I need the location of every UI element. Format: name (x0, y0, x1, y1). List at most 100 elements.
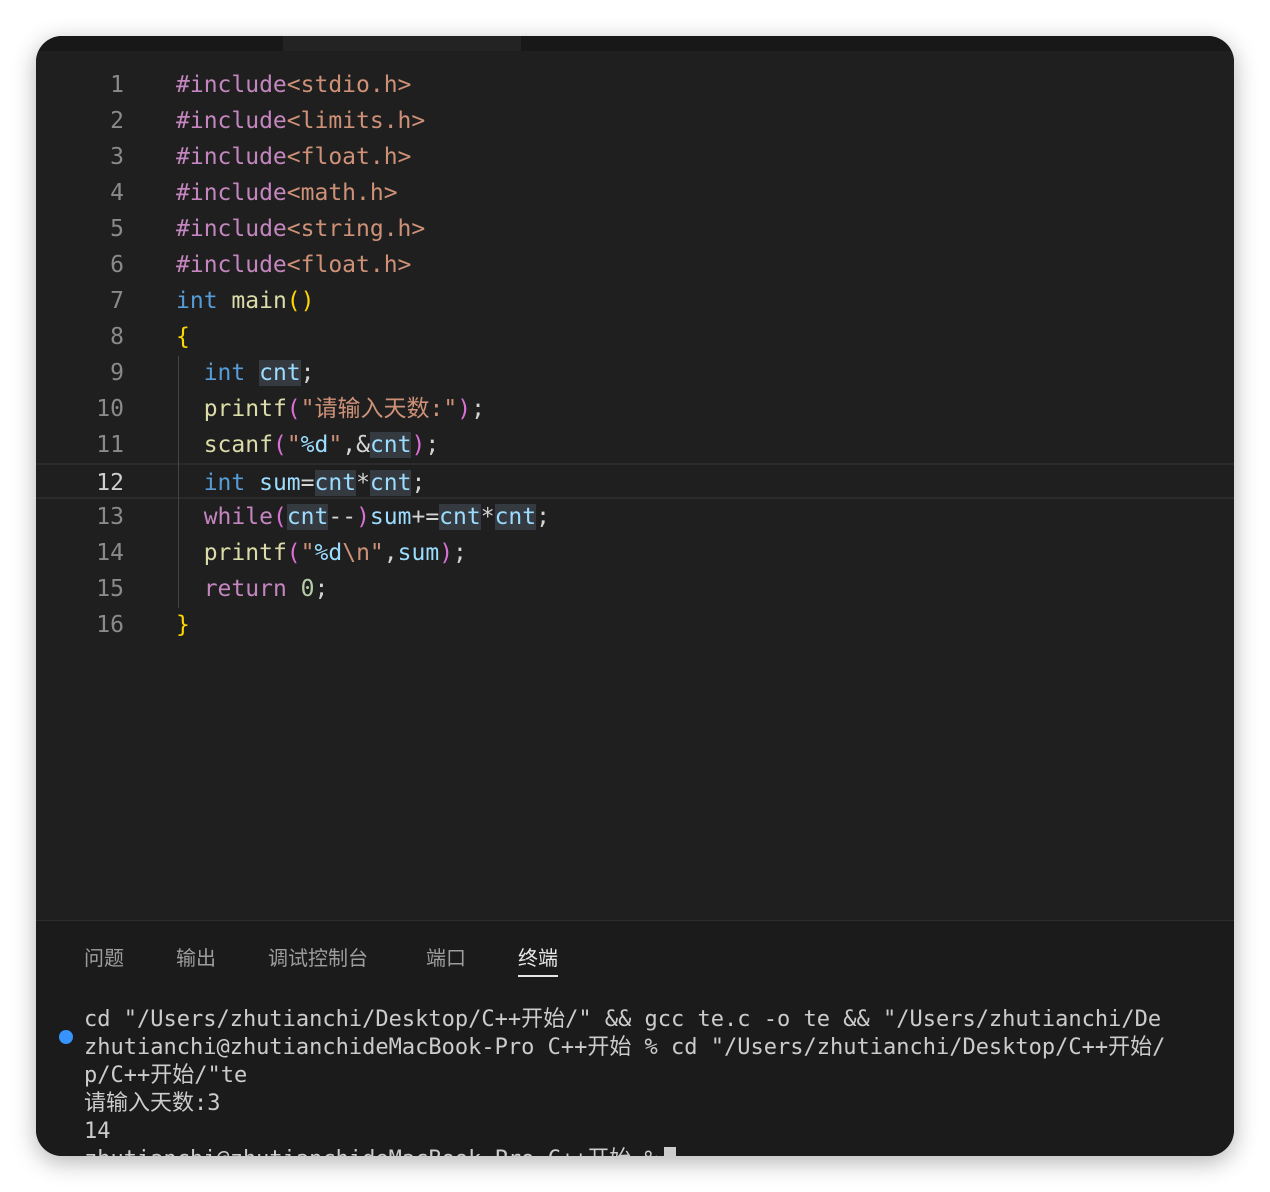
code-text: int main() (176, 283, 315, 319)
terminal-line: 14 (84, 1119, 111, 1144)
code-token: ( (272, 432, 287, 458)
tab-ports[interactable]: 端口 (426, 941, 466, 975)
code-text: { (176, 319, 190, 355)
code-line[interactable]: 7 int main() (36, 283, 1234, 319)
code-line-current[interactable]: 12 int sum=cnt*cnt; (36, 463, 1234, 499)
line-number: 10 (96, 396, 124, 422)
code-token: ; (411, 470, 426, 496)
code-token: return (203, 576, 287, 602)
code-token: cnt (369, 432, 412, 458)
tab-terminal[interactable]: 终端 (518, 941, 558, 977)
code-token: <float.h> (286, 144, 412, 170)
code-text: #include<limits.h> (176, 103, 425, 139)
code-token: -- (328, 504, 357, 530)
line-number: 1 (110, 72, 124, 98)
code-token: #include (176, 252, 287, 278)
vscode-window: 1 #include<stdio.h> 2 #include<limits.h> 3 #i… (36, 36, 1234, 1156)
line-number: 9 (110, 360, 124, 386)
code-line[interactable]: 15 return 0; (36, 571, 1234, 607)
code-token: += (411, 504, 440, 530)
line-number: 3 (110, 144, 124, 170)
code-text: scanf("%d",&cnt); (176, 427, 439, 463)
code-line[interactable]: 11 scanf("%d",&cnt); (36, 427, 1234, 463)
code-line[interactable]: 8{ (36, 319, 1234, 355)
code-token: cnt (286, 504, 329, 530)
code-token: scanf (203, 432, 273, 458)
line-number: 4 (110, 180, 124, 206)
code-text: int sum=cnt*cnt; (176, 465, 425, 501)
code-token: " (369, 540, 384, 566)
code-line[interactable]: 9 int cnt; (36, 355, 1234, 391)
line-number: 14 (96, 540, 124, 566)
code-line[interactable]: 10 printf("请输入天数:"); (36, 391, 1234, 427)
code-token: " (300, 540, 315, 566)
code-token: <math.h> (286, 180, 398, 206)
code-token: #include (176, 108, 287, 134)
code-token: int (203, 470, 246, 496)
code-token: ( (272, 504, 287, 530)
code-token: %d (300, 432, 329, 458)
code-text: #include<stdio.h> (176, 67, 411, 103)
code-line[interactable]: 2 #include<limits.h> (36, 103, 1234, 139)
line-number: 11 (96, 432, 124, 458)
line-number: 12 (96, 470, 124, 496)
code-token: 0 (300, 576, 315, 602)
code-token: } (176, 612, 190, 638)
code-line[interactable]: 16} (36, 607, 1234, 643)
code-line[interactable]: 14 printf("%d\n",sum); (36, 535, 1234, 571)
code-token: ; (425, 432, 440, 458)
tab-output[interactable]: 输出 (176, 941, 216, 975)
terminal[interactable]: cd "/Users/zhutianchi/Desktop/C++开始/" &&… (36, 1007, 1234, 1156)
code-token: printf (203, 396, 287, 422)
line-number: 7 (110, 288, 124, 314)
code-text: #include<float.h> (176, 247, 411, 283)
code-text: printf("请输入天数:"); (176, 391, 485, 427)
code-token: ) (439, 540, 454, 566)
active-editor-tab[interactable] (283, 36, 521, 51)
code-token: , (383, 540, 398, 566)
terminal-cursor (663, 1147, 676, 1156)
code-text: #include<string.h> (176, 211, 425, 247)
terminal-line: 请输入天数:3 (84, 1091, 221, 1116)
code-token: sum (259, 470, 301, 496)
terminal-command-status-icon[interactable] (59, 1030, 73, 1044)
code-token: #include (176, 144, 287, 170)
code-token: int (203, 360, 246, 386)
bottom-panel: 问题 输出 调试控制台 端口 终端 cd "/Users/zhutianchi/… (36, 920, 1234, 1156)
terminal-line: zhutianchi@zhutianchideMacBook-Pro C++开始… (84, 1035, 1166, 1060)
code-line[interactable]: 1 #include<stdio.h> (36, 67, 1234, 103)
tab-problems[interactable]: 问题 (84, 941, 124, 975)
code-token: int (176, 288, 218, 314)
code-token: * (356, 470, 370, 496)
code-token: cnt (439, 504, 481, 530)
line-number: 5 (110, 216, 124, 242)
line-number: 6 (110, 252, 124, 278)
code-text: #include<float.h> (176, 139, 411, 175)
terminal-line: cd "/Users/zhutianchi/Desktop/C++开始/" &&… (84, 1007, 1162, 1032)
code-text: while(cnt--)sum+=cnt*cnt; (176, 499, 550, 535)
code-token: { (176, 324, 190, 350)
line-number: 16 (96, 612, 124, 638)
code-token: <float.h> (286, 252, 412, 278)
code-line[interactable]: 5 #include<string.h> (36, 211, 1234, 247)
code-token: \n (342, 540, 370, 566)
code-line[interactable]: 6 #include<float.h> (36, 247, 1234, 283)
code-line[interactable]: 3 #include<float.h> (36, 139, 1234, 175)
code-token: sum (397, 540, 440, 566)
tab-debug-console[interactable]: 调试控制台 (268, 941, 368, 975)
code-line[interactable]: 13 while(cnt--)sum+=cnt*cnt; (36, 499, 1234, 535)
code-token: ( (286, 540, 301, 566)
code-token: ) (457, 396, 472, 422)
code-line[interactable]: 4 #include<math.h> (36, 175, 1234, 211)
code-editor[interactable]: 1 #include<stdio.h> 2 #include<limits.h> 3 #i… (36, 51, 1234, 919)
code-text: printf("%d\n",sum); (176, 535, 467, 571)
code-token: * (480, 504, 495, 530)
line-number: 13 (96, 504, 124, 530)
